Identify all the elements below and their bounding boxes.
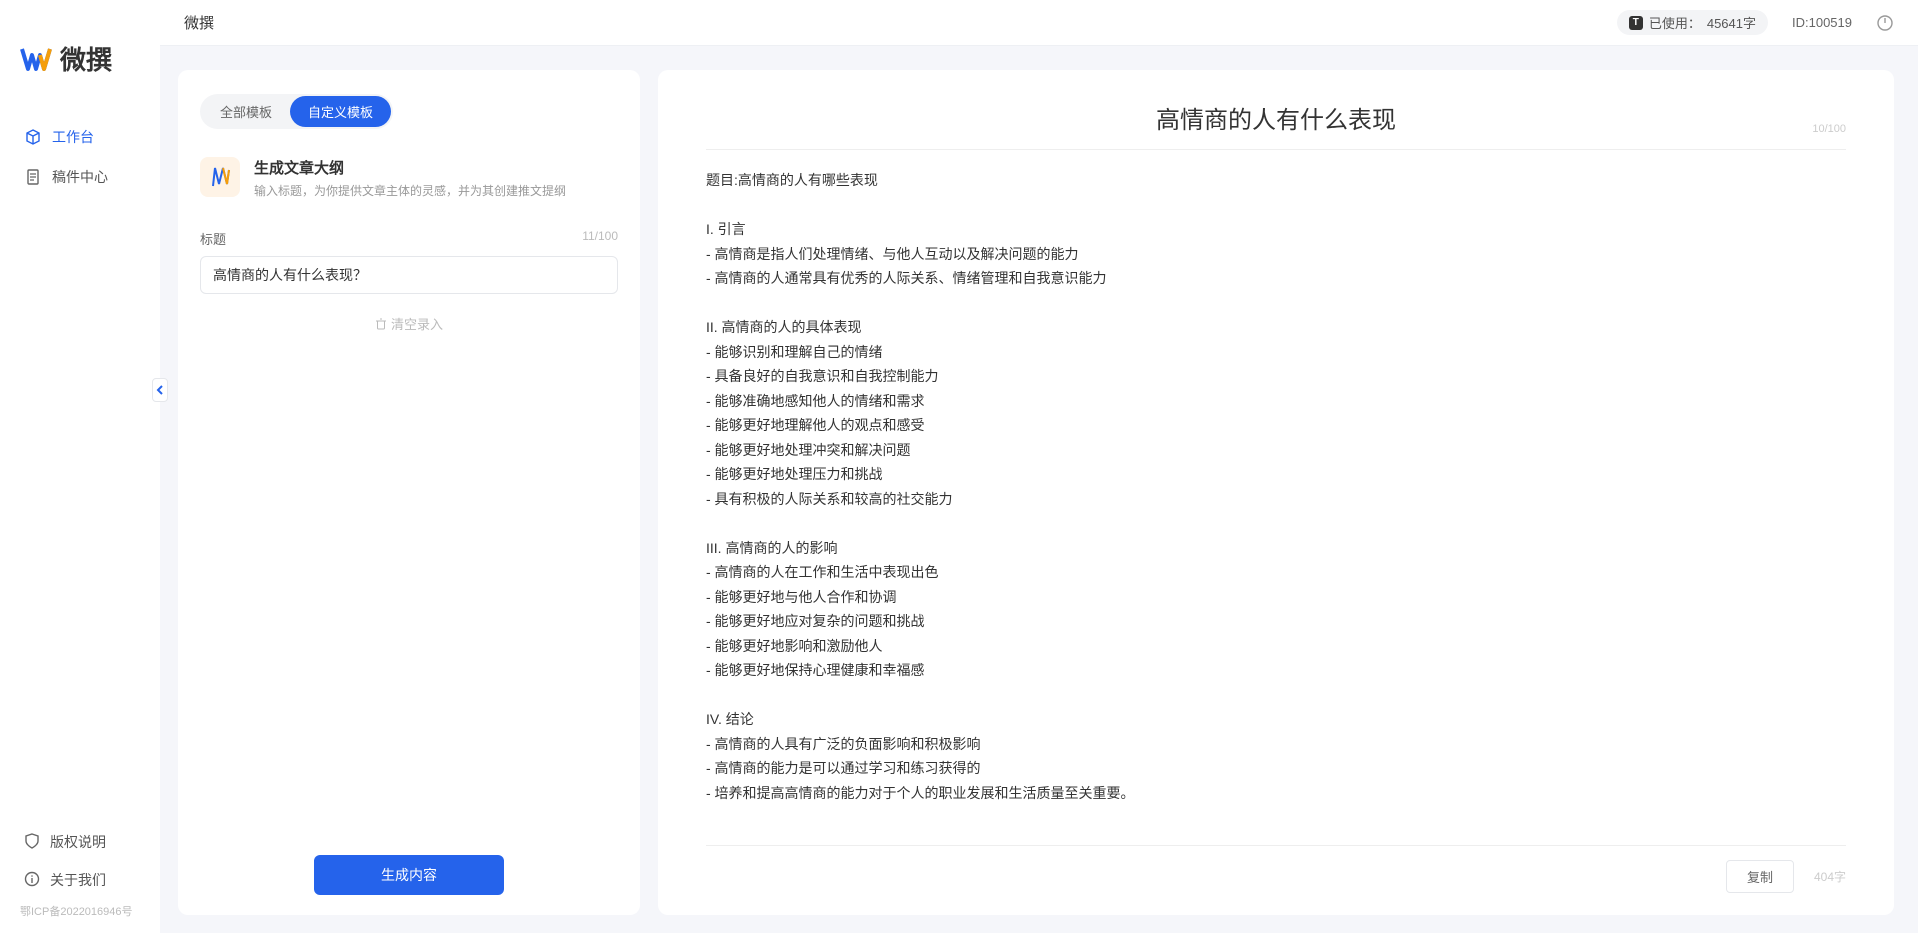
result-title-count: 10/100 xyxy=(1812,123,1846,135)
template-card: 生成文章大纲 输入标题，为你提供文章主体的灵感，并为其创建推文提纲 xyxy=(200,147,618,215)
sidebar-bottom: 版权说明 关于我们 鄂ICP备2022016946号 xyxy=(0,809,160,933)
title-char-count: 11/100 xyxy=(582,229,618,248)
footer-link-label: 关于我们 xyxy=(50,870,106,890)
footer-link-label: 版权说明 xyxy=(50,832,106,852)
usage-label: 已使用： xyxy=(1649,13,1701,32)
trash-icon xyxy=(375,318,387,330)
sidebar-collapse-button[interactable] xyxy=(152,378,168,402)
topbar-right: T 已使用： 45641字 ID:100519 xyxy=(1617,10,1894,35)
topbar: 微撰 T 已使用： 45641字 ID:100519 xyxy=(160,0,1918,46)
user-id: ID:100519 xyxy=(1792,15,1852,30)
template-desc: 输入标题，为你提供文章主体的灵感，并为其创建推文提纲 xyxy=(254,182,566,199)
generate-button[interactable]: 生成内容 xyxy=(314,855,504,895)
nav-workbench[interactable]: 工作台 xyxy=(0,117,160,157)
info-icon xyxy=(24,871,40,890)
template-title: 生成文章大纲 xyxy=(254,157,566,178)
result-title: 高情商的人有什么表现 xyxy=(1156,100,1396,135)
cube-icon xyxy=(24,128,42,146)
page-title: 微撰 xyxy=(184,12,214,33)
copyright-link[interactable]: 版权说明 xyxy=(0,823,160,861)
result-footer: 复制 404字 xyxy=(706,846,1846,893)
result-body: 题目:高情商的人有哪些表现 I. 引言 - 高情商是指人们处理情绪、与他人互动以… xyxy=(706,168,1846,846)
result-word-count: 404字 xyxy=(1814,868,1846,885)
main: 微撰 T 已使用： 45641字 ID:100519 全部模板 自定义模板 xyxy=(160,0,1918,933)
clear-input-button[interactable]: 清空录入 xyxy=(200,314,618,333)
logo-icon xyxy=(20,43,52,75)
output-panel: 高情商的人有什么表现 10/100 题目:高情商的人有哪些表现 I. 引言 - … xyxy=(658,70,1894,915)
usage-icon: T xyxy=(1629,16,1643,30)
title-field-label: 标题 xyxy=(200,229,226,248)
field-label-row: 标题 11/100 xyxy=(200,229,618,248)
usage-value: 45641字 xyxy=(1707,13,1756,32)
tab-custom-templates[interactable]: 自定义模板 xyxy=(290,96,391,127)
doc-icon xyxy=(24,168,42,186)
content: 全部模板 自定义模板 生成文章大纲 输入标题，为你提供文章主体的灵感，并为其创建… xyxy=(160,46,1918,933)
copy-button[interactable]: 复制 xyxy=(1726,860,1794,893)
power-icon xyxy=(1876,14,1894,32)
nav-label: 工作台 xyxy=(52,127,94,147)
chevron-left-icon xyxy=(156,385,164,395)
template-tabs: 全部模板 自定义模板 xyxy=(200,94,393,129)
logo: 微撰 xyxy=(0,0,160,97)
tab-all-templates[interactable]: 全部模板 xyxy=(202,96,290,127)
power-button[interactable] xyxy=(1876,14,1894,32)
sidebar-nav: 工作台 稿件中心 xyxy=(0,97,160,809)
input-panel: 全部模板 自定义模板 生成文章大纲 输入标题，为你提供文章主体的灵感，并为其创建… xyxy=(178,70,640,915)
shield-icon xyxy=(24,833,40,852)
usage-badge: T 已使用： 45641字 xyxy=(1617,10,1768,35)
logo-text: 微撰 xyxy=(60,40,112,77)
title-input[interactable] xyxy=(200,256,618,294)
about-link[interactable]: 关于我们 xyxy=(0,861,160,899)
nav-label: 稿件中心 xyxy=(52,167,108,187)
icp-text: 鄂ICP备2022016946号 xyxy=(0,899,160,919)
result-title-row: 高情商的人有什么表现 10/100 xyxy=(706,100,1846,150)
template-icon xyxy=(200,157,240,197)
sidebar: 微撰 工作台 稿件中心 版权说明 xyxy=(0,0,160,933)
clear-input-label: 清空录入 xyxy=(391,314,443,333)
nav-drafts[interactable]: 稿件中心 xyxy=(0,157,160,197)
